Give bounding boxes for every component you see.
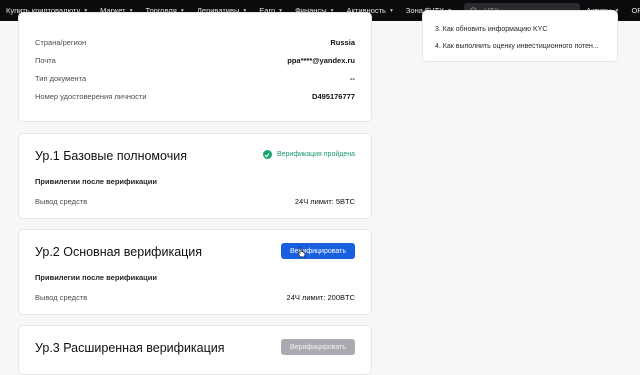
withdraw-label: Вывод средств xyxy=(35,197,88,206)
row-value: Russia xyxy=(330,38,355,47)
level-1-title: Ур.1 Базовые полномочия xyxy=(35,149,187,163)
verify-button-disabled: Верифицировать xyxy=(281,339,355,355)
check-circle-icon xyxy=(262,150,272,159)
verify-button[interactable]: Верифицировать xyxy=(281,243,355,259)
level-2-title: Ур.2 Основная верификация xyxy=(35,245,203,259)
nav-item-label: ОРДЕРА xyxy=(631,6,640,15)
withdraw-label: Вывод средств xyxy=(35,293,88,302)
withdraw-row: Вывод средств 24Ч лимит: 5BTC xyxy=(35,197,355,206)
nav-item-orders[interactable]: ОРДЕРА▼ xyxy=(625,6,640,15)
identity-row-doc-type: Тип документа -- xyxy=(35,74,355,83)
withdraw-row: Вывод средств 24Ч лимит: 200BTC xyxy=(35,293,355,302)
identity-row-id-number: Номер удостоверения личности D495176777 xyxy=(35,92,355,101)
level-1-card: Ур.1 Базовые полномочия Верификация прой… xyxy=(18,133,372,219)
row-value: D495176777 xyxy=(312,92,355,101)
identity-row-email: Почта ppa****@yandex.ru xyxy=(35,56,355,65)
identity-row-country: Страна/регион Russia xyxy=(35,38,355,47)
identity-card: Страна/регион Russia Почта ppa****@yande… xyxy=(18,12,372,122)
privileges-label: Привилегии после верификации xyxy=(35,177,157,186)
faq-card: 3. Как обновить информацию KYC 4. Как вы… xyxy=(422,10,618,62)
row-label: Тип документа xyxy=(35,74,87,83)
status-text: Верификация пройдена xyxy=(276,151,355,158)
level-3-card: Ур.3 Расширенная верификация Верифициров… xyxy=(18,325,372,375)
withdraw-limit: 24Ч лимит: 5BTC xyxy=(294,197,355,206)
row-label: Номер удостоверения личности xyxy=(35,92,147,101)
chevron-down-icon: ▼ xyxy=(388,7,394,14)
level-3-title: Ур.3 Расширенная верификация xyxy=(35,341,225,355)
withdraw-limit: 24Ч лимит: 200BTC xyxy=(286,293,355,302)
row-value: ppa****@yandex.ru xyxy=(287,56,355,65)
row-label: Почта xyxy=(35,56,56,65)
level-2-card: Ур.2 Основная верификация Верифицировать… xyxy=(18,229,372,315)
status-badge: Верификация пройдена xyxy=(262,150,355,159)
faq-link[interactable]: 3. Как обновить информацию KYC xyxy=(435,26,547,33)
privileges-label: Привилегии после верификации xyxy=(35,273,157,282)
faq-link[interactable]: 4. Как выполнить оценку инвестиционного … xyxy=(435,43,599,50)
cursor-icon xyxy=(297,247,306,258)
row-label: Страна/регион xyxy=(35,38,87,47)
row-value: -- xyxy=(350,74,355,83)
